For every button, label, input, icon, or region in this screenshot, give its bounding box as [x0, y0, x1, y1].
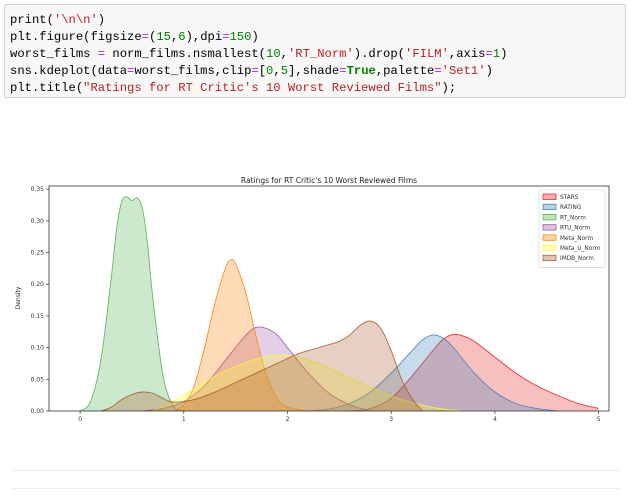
legend-swatch	[542, 214, 557, 221]
y-tick-label: 0.20	[31, 281, 45, 288]
code-editor[interactable]: print('\n\n') plt.figure(figsize=(15,6),d…	[10, 12, 625, 97]
code-token: worst_films	[10, 47, 98, 62]
code-token: '\n\n'	[53, 13, 98, 27]
code-token: )	[251, 30, 259, 45]
code-line: print('\n\n')	[10, 12, 625, 29]
code-token: =	[222, 30, 230, 45]
code-token: ,palette	[375, 64, 435, 79]
y-tick-label: 0.00	[31, 408, 45, 415]
code-token: =	[97, 47, 106, 62]
y-tick-label: 0.10	[31, 345, 45, 352]
code-token: =	[485, 47, 493, 62]
legend-label: IMDB_Norm	[560, 256, 594, 262]
code-token: 10	[266, 47, 281, 62]
code-token: ],shade	[288, 64, 340, 79]
code-token: 15	[156, 30, 171, 45]
code-token: ).drop(	[353, 47, 405, 62]
legend-label: Meta_Norm	[560, 236, 593, 242]
x-tick-label: 4	[493, 416, 497, 423]
code-token: ,	[273, 64, 281, 79]
cell-divider	[12, 470, 620, 471]
code-token: [	[258, 64, 267, 79]
code-token: =	[141, 30, 149, 45]
legend-label: RTU_Norm	[560, 226, 590, 232]
code-token: ,	[280, 47, 288, 62]
x-tick-label: 0	[78, 416, 82, 423]
code-token: )	[485, 64, 493, 79]
code-token: True	[346, 64, 376, 79]
code-token: =	[251, 64, 259, 79]
code-token: (	[46, 13, 54, 27]
legend-swatch	[542, 203, 557, 211]
code-token: 6	[178, 30, 186, 45]
code-token: ,axis	[448, 47, 486, 62]
legend: STARS RATING RT_Norm RTU_Norm Meta_Norm Meta_…	[538, 189, 606, 268]
code-token: sns.kdeplot(data	[10, 64, 128, 79]
code-token: print	[10, 13, 47, 27]
code-line: plt.title("Ratings for RT Critic's 10 Wo…	[10, 80, 625, 97]
legend-label: STARS	[560, 195, 579, 201]
legend-swatch	[542, 234, 557, 241]
y-tick-label: 0.05	[31, 376, 45, 383]
code-token: "Ratings for RT Critic's 10 Worst Review…	[83, 81, 442, 96]
code-cell[interactable]: print('\n\n') plt.figure(figsize=(15,6),d…	[4, 4, 626, 98]
legend-swatch	[542, 193, 557, 200]
code-token: 150	[229, 30, 252, 45]
code-token: )	[500, 47, 508, 62]
x-tick-label: 3	[389, 416, 393, 423]
x-tick-label: 5	[597, 416, 601, 423]
y-tick-label: 0.35	[31, 186, 45, 193]
code-line: worst_films = norm_films.nsmallest(10,'R…	[10, 46, 625, 63]
code-token: plt.figure(figsize	[10, 30, 142, 45]
code-token: 'FILM'	[405, 47, 449, 62]
code-line: sns.kdeplot(data=worst_films,clip=[0,5],…	[10, 63, 625, 80]
code-token: 'Set1'	[441, 64, 486, 79]
legend-swatch	[542, 244, 557, 251]
x-tick-label: 2	[286, 416, 290, 423]
code-token: )	[97, 13, 106, 27]
code-token: 'RT_Norm'	[287, 47, 354, 62]
chart-title: Ratings for RT Critic's 10 Worst Reviewe…	[241, 176, 417, 185]
legend-label: Meta_U_Norm	[560, 246, 601, 252]
code-token: plt.title(	[10, 81, 84, 96]
kde-chart: 0 1 2 3 4 5 0.00 0.05 0.10 0.15 0.20 0.25 0.30 0.35 R…	[15, 176, 610, 423]
code-token: =	[339, 64, 347, 79]
legend-label: RT_Norm	[560, 215, 586, 221]
y-axis-label: Density	[15, 286, 22, 309]
legend-swatch	[542, 224, 557, 231]
y-tick-label: 0.30	[31, 218, 45, 225]
code-token: worst_films,clip	[134, 64, 252, 79]
code-token: 5	[280, 64, 289, 79]
y-tick-label: 0.25	[31, 250, 45, 257]
legend-label: RATING	[560, 205, 582, 211]
code-token: ),dpi	[185, 30, 223, 45]
x-tick-label: 1	[182, 416, 186, 423]
cell-divider	[12, 488, 620, 489]
legend-swatch	[542, 254, 557, 262]
code-line: plt.figure(figsize=(15,6),dpi=150)	[10, 29, 625, 46]
code-token: );	[441, 81, 457, 96]
code-token: =	[434, 64, 442, 79]
code-token: norm_films.nsmallest(	[105, 47, 266, 62]
output-area: 0 1 2 3 4 5 0.00 0.05 0.10 0.15 0.20 0.25 0.30 0.35 R…	[4, 170, 626, 440]
y-tick-label: 0.15	[31, 313, 45, 320]
